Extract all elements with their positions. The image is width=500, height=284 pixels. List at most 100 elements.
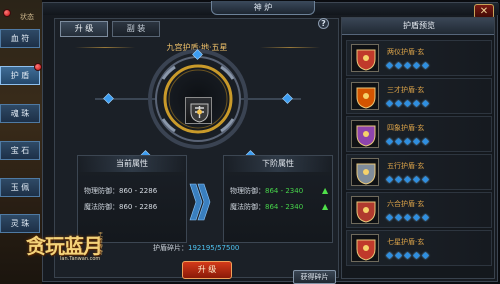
- preview-item-name: 三才护盾·玄: [387, 86, 425, 94]
- star-rating: [385, 175, 432, 184]
- star-diamond-icon: [421, 137, 430, 146]
- title-ornament: [75, 47, 135, 48]
- star-diamond-icon: [421, 61, 430, 70]
- shield-icon: [351, 196, 379, 224]
- attr-value: 860 - 2286: [119, 203, 158, 211]
- help-icon[interactable]: ?: [318, 18, 329, 29]
- shard-count: 护盾碎片：192195/57500: [153, 243, 239, 253]
- window-title: 神 炉: [211, 1, 315, 15]
- tab-upgrade[interactable]: 升 级: [60, 21, 108, 37]
- star-diamond-icon: [403, 61, 412, 70]
- star-diamond-icon: [394, 61, 403, 70]
- star-rating: [385, 213, 432, 222]
- star-diamond-icon: [394, 251, 403, 260]
- star-diamond-icon: [385, 61, 394, 70]
- logo-slogan: 王者传奇: [98, 232, 104, 256]
- star-rating: [385, 99, 432, 108]
- preview-item[interactable]: 五行护盾·玄: [346, 154, 492, 190]
- status-label: 状态: [20, 13, 34, 21]
- preview-item[interactable]: 七星护盾·玄: [346, 230, 492, 266]
- side-item-jade[interactable]: 玉 佩: [0, 178, 40, 197]
- preview-item[interactable]: 六合护盾·玄: [346, 192, 492, 228]
- side-item-soul-orb[interactable]: 魂 珠: [0, 104, 40, 123]
- star-diamond-icon: [421, 251, 430, 260]
- attr-label: 魔法防御：: [84, 203, 119, 211]
- preview-item-name: 四象护盾·玄: [387, 124, 425, 132]
- attr-value: 864 - 2340: [265, 203, 304, 211]
- star-diamond-icon: [385, 213, 394, 222]
- shield-icon: [351, 120, 379, 148]
- next-attributes: 下阶属性 物理防御：864 - 2340 魔法防御：864 - 2340 ▲ ▲: [223, 155, 333, 243]
- side-item-blood-talisman[interactable]: 血 符: [0, 29, 40, 48]
- upgrade-arrows-icon: [189, 183, 211, 221]
- forge-window: 神 炉 ✕ 升 级 副 装 九宫护盾·地·五星 当前属性 物理防御：860 - …: [42, 1, 499, 284]
- star-rating: [385, 137, 432, 146]
- star-diamond-icon: [403, 175, 412, 184]
- star-diamond-icon: [412, 251, 421, 260]
- star-diamond-icon: [421, 175, 430, 184]
- preview-item-name: 七星护盾·玄: [387, 238, 425, 246]
- preview-item[interactable]: 三才护盾·玄: [346, 78, 492, 114]
- star-diamond-icon: [385, 251, 394, 260]
- star-diamond-icon: [394, 99, 403, 108]
- get-shards-button[interactable]: 获得碎片: [293, 270, 336, 284]
- attr-value: 860 - 2286: [119, 187, 158, 195]
- shield-icon: [351, 82, 379, 110]
- preview-item[interactable]: 两仪护盾·玄: [346, 40, 492, 76]
- current-attributes-header: 当前属性: [78, 156, 186, 172]
- preview-item-name: 两仪护盾·玄: [387, 48, 425, 56]
- star-diamond-icon: [412, 61, 421, 70]
- star-diamond-icon: [385, 137, 394, 146]
- side-item-label: 血 符: [10, 34, 30, 43]
- next-attributes-header: 下阶属性: [224, 156, 332, 172]
- preview-item-name: 五行护盾·玄: [387, 162, 425, 170]
- side-item-label: 护 盾: [10, 71, 30, 80]
- star-rating: [385, 251, 432, 260]
- upgrade-button[interactable]: 升 级: [182, 261, 232, 279]
- shield-item-icon[interactable]: [185, 97, 212, 124]
- shield-preview-panel: 护盾预览 两仪护盾·玄 三才护盾·玄 四象护盾·玄 五行护盾·玄 六合护盾·玄 七星护盾·…: [341, 17, 495, 279]
- up-arrow-icon: ▲: [322, 202, 329, 211]
- star-diamond-icon: [394, 213, 403, 222]
- star-diamond-icon: [403, 251, 412, 260]
- shield-icon: [351, 44, 379, 72]
- star-diamond-icon: [421, 213, 430, 222]
- star-diamond-icon: [412, 99, 421, 108]
- star-diamond-icon: [403, 137, 412, 146]
- title-ornament: [260, 47, 320, 48]
- attr-row: 物理防御：864 - 2340: [230, 186, 303, 196]
- game-logo: 贪玩蓝月: [26, 234, 103, 258]
- side-item-label: 宝 石: [10, 146, 30, 155]
- side-item-gem[interactable]: 宝 石: [0, 141, 40, 160]
- side-item-label: 魂 珠: [10, 109, 30, 118]
- shield-icon: [351, 158, 379, 186]
- attr-row: 魔法防御：864 - 2340: [230, 202, 303, 212]
- star-diamond-icon: [394, 137, 403, 146]
- attr-row: 物理防御：860 - 2286: [84, 186, 157, 196]
- preview-header: 护盾预览: [342, 18, 494, 35]
- star-diamond-icon: [385, 175, 394, 184]
- attr-label: 魔法防御：: [230, 203, 265, 211]
- preview-item[interactable]: 四象护盾·玄: [346, 116, 492, 152]
- tab-sub-equip[interactable]: 副 装: [112, 21, 160, 37]
- notification-dot: [3, 9, 11, 17]
- star-diamond-icon: [412, 213, 421, 222]
- star-diamond-icon: [412, 175, 421, 184]
- attr-label: 物理防御：: [84, 187, 119, 195]
- shard-value: 192195/57500: [188, 244, 240, 252]
- shard-label: 护盾碎片：: [153, 244, 188, 252]
- preview-item-name: 六合护盾·玄: [387, 200, 425, 208]
- side-item-label: 玉 佩: [10, 183, 30, 192]
- star-diamond-icon: [403, 99, 412, 108]
- star-diamond-icon: [421, 99, 430, 108]
- star-diamond-icon: [385, 99, 394, 108]
- star-diamond-icon: [394, 175, 403, 184]
- notification-dot: [34, 63, 42, 71]
- shield-icon: [351, 234, 379, 262]
- attr-value: 864 - 2340: [265, 187, 304, 195]
- star-diamond-icon: [403, 213, 412, 222]
- star-diamond-icon: [412, 137, 421, 146]
- up-arrow-icon: ▲: [322, 186, 329, 195]
- star-rating: [385, 61, 432, 70]
- logo-url: lan.Tanwan.com: [60, 256, 101, 262]
